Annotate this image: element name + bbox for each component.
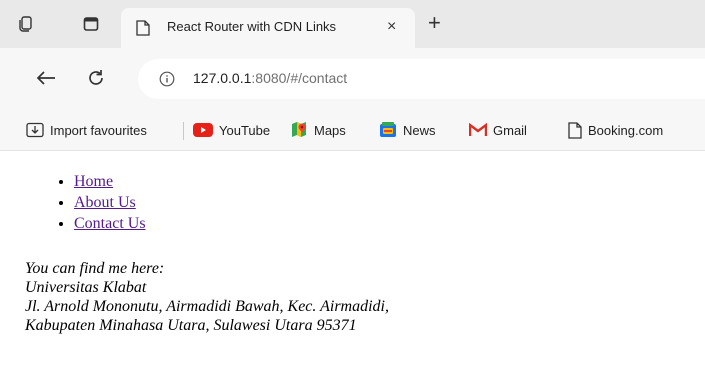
address-line-2: Jl. Arnold Mononutu, Airmadidi Bawah, Ke… [25, 298, 389, 315]
url-field[interactable]: 127.0.0.1:8080/#/contact [138, 59, 705, 99]
address-intro: You can find me here: [25, 260, 165, 277]
bookmark-label: Booking.com [588, 122, 664, 138]
bookmark-maps[interactable]: Maps [290, 121, 346, 139]
about-us-link[interactable]: About Us [74, 194, 136, 211]
address-bar: 127.0.0.1:8080/#/contact [0, 48, 705, 110]
import-icon [26, 122, 44, 138]
bookmark-label: YouTube [219, 122, 271, 138]
home-link[interactable]: Home [74, 173, 113, 190]
bookmark-divider [183, 122, 184, 140]
maps-icon [292, 122, 306, 137]
contact-us-link[interactable]: Contact Us [74, 215, 146, 232]
info-icon[interactable] [159, 71, 175, 87]
nav-list: Home About Us Contact Us [74, 171, 146, 234]
document-icon [568, 121, 582, 139]
url-path: :8080/#/contact [251, 70, 348, 86]
gmail-icon [469, 123, 487, 136]
nav-item-contact: Contact Us [74, 213, 146, 234]
url-host: 127.0.0.1 [193, 70, 252, 86]
bookmark-news[interactable]: News [379, 121, 436, 139]
bookmark-gmail[interactable]: Gmail [469, 121, 527, 139]
nav-item-home: Home [74, 171, 146, 192]
page-icon [136, 20, 150, 36]
page-content: Home About Us Contact Us You can find me… [0, 151, 705, 367]
news-icon [380, 122, 396, 137]
bookmark-youtube[interactable]: YouTube [193, 121, 270, 139]
tab-bar: React Router with CDN Links × + [0, 0, 705, 48]
tab-actions-icon[interactable] [81, 14, 101, 34]
bookmark-booking[interactable]: Booking.com [568, 121, 663, 139]
bookmark-label: Maps [314, 122, 346, 138]
bookmarks-bar: Import favourites YouTube Maps News Gmai… [0, 110, 705, 151]
url-text: 127.0.0.1:8080/#/contact [193, 70, 347, 86]
new-tab-button[interactable]: + [428, 12, 441, 34]
workspaces-icon[interactable] [15, 14, 35, 34]
bookmark-label: News [403, 122, 436, 138]
active-tab[interactable]: React Router with CDN Links × [121, 8, 415, 48]
nav-item-about: About Us [74, 192, 146, 213]
bookmark-label: Import favourites [50, 122, 147, 138]
tab-title: React Router with CDN Links [167, 19, 337, 34]
address-line-1: Universitas Klabat [25, 279, 147, 296]
youtube-icon [193, 123, 213, 137]
bookmark-label: Gmail [493, 122, 527, 138]
reload-icon[interactable] [86, 68, 106, 88]
contact-address: You can find me here: Universitas Klabat… [25, 259, 389, 335]
address-line-3: Kabupaten Minahasa Utara, Sulawesi Utara… [25, 317, 357, 334]
back-arrow-icon[interactable] [36, 70, 56, 86]
close-tab-icon[interactable]: × [387, 19, 396, 35]
bookmark-import-favourites[interactable]: Import favourites [26, 121, 147, 139]
